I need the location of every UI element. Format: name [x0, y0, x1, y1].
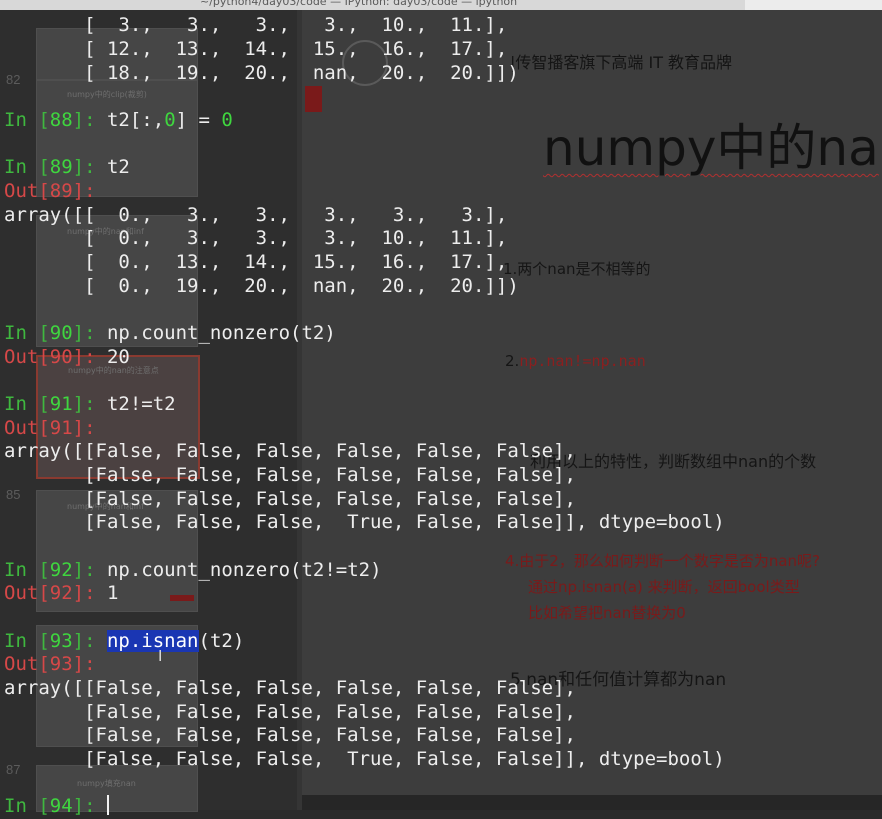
output-line: array([[False, False, False, False, Fals… [4, 440, 576, 462]
input-prompt-90: In [90]: np.count_nonzero(t2) [4, 322, 336, 344]
input-code: (t2) [198, 630, 245, 652]
input-code: t2!=t2 [106, 393, 176, 415]
input-code: t2 [106, 156, 130, 178]
output-line: [ 18., 19., 20., nan, 20., 20.]]) [4, 62, 519, 84]
output-line: array([[ 0., 3., 3., 3., 3., 3.], [4, 204, 508, 226]
input-prompt-94[interactable]: In [94]: [4, 795, 109, 819]
input-prompt-93: In [93]: np.isnan(t2) [4, 630, 245, 652]
output-line: [ 0., 19., 20., nan, 20., 20.]]) [4, 275, 519, 297]
window-titlebar: ~/python4/day03/code — IPython: day03/co… [0, 0, 882, 10]
input-prompt-88: In [88]: t2[:,0] = 0 [4, 109, 233, 131]
output-prompt-93: Out[93]: [4, 653, 96, 675]
output-prompt-89: Out[89]: [4, 180, 96, 202]
output-line: [ 0., 13., 14., 15., 16., 17.], [4, 251, 508, 273]
output-value: 20 [106, 346, 130, 368]
text-cursor [106, 795, 109, 815]
output-line: [False, False, False, False, False, Fals… [4, 488, 576, 510]
window-title: ~/python4/day03/code — IPython: day03/co… [200, 0, 518, 8]
input-code: np.count_nonzero(t2) [106, 322, 336, 344]
output-line: [ 3., 3., 3., 3., 10., 11.], [4, 14, 508, 36]
titlebar-right-pane [745, 0, 882, 10]
mouse-ibeam-cursor-icon: I [158, 647, 163, 665]
output-line: [False, False, False, False, False, Fals… [4, 701, 576, 723]
output-prompt-90: Out[90]: 20 [4, 346, 130, 368]
selected-text[interactable]: np.isnan [106, 630, 199, 652]
input-prompt-89: In [89]: t2 [4, 156, 130, 178]
output-line: [ 12., 13., 14., 15., 16., 17.], [4, 38, 508, 60]
output-line: array([[False, False, False, False, Fals… [4, 677, 576, 699]
output-prompt-92: Out[92]: 1 [4, 582, 119, 604]
output-line: [ 0., 3., 3., 3., 10., 11.], [4, 227, 508, 249]
input-code: np.count_nonzero(t2!=t2) [106, 559, 382, 581]
ipython-terminal[interactable]: [ 3., 3., 3., 3., 10., 11.], [ 12., 13.,… [0, 10, 882, 817]
output-line: [False, False, False, False, False, Fals… [4, 724, 576, 746]
input-prompt-92: In [92]: np.count_nonzero(t2!=t2) [4, 559, 382, 581]
input-code: t2[:, [106, 109, 165, 131]
input-prompt-91: In [91]: t2!=t2 [4, 393, 176, 415]
output-line: [False, False, False, False, False, Fals… [4, 464, 576, 486]
output-prompt-91: Out[91]: [4, 417, 96, 439]
output-value: 1 [106, 582, 119, 604]
output-line: [False, False, False, True, False, False… [4, 511, 725, 533]
output-line: [False, False, False, True, False, False… [4, 748, 725, 770]
